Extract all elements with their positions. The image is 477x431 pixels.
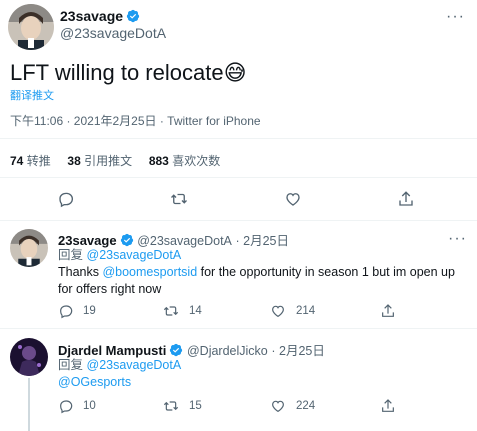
retweet-icon[interactable] — [163, 398, 179, 414]
replying-to: 回复 @23savageDotA — [58, 248, 182, 262]
replying-to-handle[interactable]: @23savageDotA — [87, 248, 182, 262]
share-icon[interactable] — [380, 398, 396, 414]
divider — [0, 138, 477, 139]
retweet-icon[interactable] — [170, 190, 188, 213]
divider — [0, 220, 477, 221]
mention-link[interactable]: @OGesports — [58, 375, 131, 389]
translate-tweet-link[interactable]: 翻译推文 — [10, 87, 54, 103]
reply-icon[interactable] — [58, 303, 74, 319]
reply-action-share[interactable] — [380, 398, 396, 417]
like-count: 224 — [296, 400, 316, 412]
like-icon[interactable] — [284, 190, 302, 213]
tweet-text: LFT willing to relocate😅 — [10, 60, 247, 86]
reply-text: @OGesports — [58, 374, 131, 391]
reply-action-share[interactable] — [380, 303, 396, 322]
reply-author-name[interactable]: 23savage — [58, 233, 117, 248]
like-count-stat[interactable]: 883 喜欢次数 — [149, 154, 220, 168]
reply-icon[interactable] — [58, 398, 74, 414]
tweet-body: LFT willing to relocate — [10, 60, 224, 85]
reply-date[interactable]: · 2月25日 — [271, 344, 325, 358]
reply-author-avatar[interactable] — [10, 229, 48, 267]
author-avatar[interactable] — [8, 4, 54, 50]
reply-action-reply[interactable]: 19 — [58, 303, 96, 319]
author-name[interactable]: 23savage — [60, 8, 123, 24]
reply-action-reply[interactable]: 10 — [58, 398, 96, 414]
verified-badge-icon — [170, 343, 183, 357]
reply-author-avatar[interactable] — [10, 338, 48, 376]
replying-to: 回复 @23savageDotA — [58, 358, 182, 372]
divider — [0, 328, 477, 329]
reply-action-retweet[interactable]: 14 — [163, 303, 202, 319]
share-icon[interactable] — [397, 190, 415, 213]
share-icon[interactable] — [380, 303, 396, 319]
thread-line — [28, 378, 30, 431]
tweet-stats: 74 转推 38 引用推文 883 喜欢次数 — [10, 152, 220, 169]
reply-date[interactable]: · 2月25日 — [236, 234, 290, 248]
sweat-smile-emoji: 😅 — [223, 60, 247, 85]
replying-to-handle[interactable]: @23savageDotA — [87, 358, 182, 372]
reply-icon[interactable] — [57, 190, 75, 213]
retweet-icon[interactable] — [163, 303, 179, 319]
reply-action-retweet[interactable]: 15 — [163, 398, 202, 414]
reply-action-like[interactable]: 224 — [270, 398, 315, 414]
mention-link[interactable]: @boomesportsid — [102, 265, 197, 279]
tweet-timestamp[interactable]: 下午11:06 · 2021年2月25日 · Twitter for iPhon… — [10, 112, 261, 129]
quote-count-stat[interactable]: 38 引用推文 — [67, 154, 132, 168]
divider — [0, 177, 477, 178]
verified-badge-icon — [126, 9, 140, 23]
retweet-count: 14 — [189, 305, 202, 317]
reply-author-handle[interactable]: @23savageDotA — [137, 234, 232, 248]
retweet-count-stat[interactable]: 74 转推 — [10, 154, 51, 168]
reply-count: 10 — [83, 400, 96, 412]
reply-action-like[interactable]: 214 — [270, 303, 315, 319]
reply-author-handle[interactable]: @DjardelJicko — [187, 344, 268, 358]
reply-count: 19 — [83, 305, 96, 317]
reply-author-name[interactable]: Djardel Mampusti — [58, 343, 166, 358]
retweet-count: 15 — [189, 400, 202, 412]
author-handle[interactable]: @23savageDotA — [60, 25, 166, 41]
like-count: 214 — [296, 305, 316, 317]
like-icon[interactable] — [270, 398, 286, 414]
verified-badge-icon — [120, 233, 133, 247]
more-options-icon[interactable]: ··· — [446, 9, 465, 25]
more-options-icon[interactable]: ··· — [448, 231, 467, 247]
like-icon[interactable] — [270, 303, 286, 319]
reply-text: Thanks @boomesportsid for the opportunit… — [58, 265, 455, 296]
